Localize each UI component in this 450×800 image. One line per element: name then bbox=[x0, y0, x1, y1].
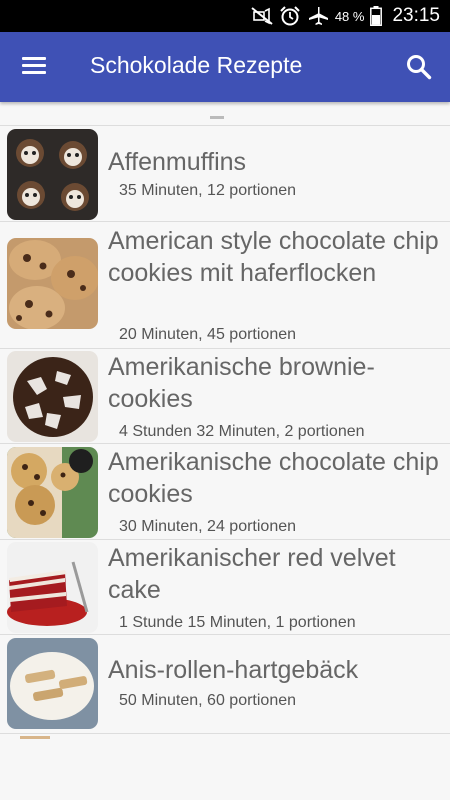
list-item-partial[interactable] bbox=[0, 102, 450, 126]
recipe-meta: 50 Minuten, 60 portionen bbox=[119, 692, 297, 709]
recipe-title: Anis-rollen-hartgebäck bbox=[108, 656, 359, 684]
mute-icon bbox=[251, 7, 273, 25]
airplane-icon bbox=[307, 6, 329, 26]
partial-item-edge bbox=[210, 116, 224, 119]
recipe-meta: 20 Minuten, 45 portionen bbox=[119, 326, 297, 343]
status-icons: 48 % 23:15 bbox=[251, 0, 440, 32]
recipe-row[interactable]: Amerikanische chocolate chip cookies 30 … bbox=[0, 444, 450, 540]
recipe-thumbnail[interactable] bbox=[7, 129, 98, 220]
partial-item-edge bbox=[20, 736, 50, 739]
recipe-thumbnail[interactable] bbox=[7, 238, 98, 329]
battery-percent: 48 % bbox=[334, 8, 365, 24]
recipe-title: Amerikanische chocolate chip cookies bbox=[108, 448, 439, 508]
recipe-meta: 30 Minuten, 24 portionen bbox=[119, 518, 297, 535]
recipe-thumbnail[interactable] bbox=[7, 351, 98, 442]
recipe-row[interactable]: American style chocolate chip cookies mi… bbox=[0, 222, 450, 349]
recipe-row[interactable]: Anis-rollen-hartgebäck 50 Minuten, 60 po… bbox=[0, 635, 450, 734]
recipe-thumbnail[interactable] bbox=[7, 542, 98, 633]
recipe-row[interactable]: Amerikanische brownie-cookies 4 Stunden … bbox=[0, 349, 450, 444]
recipe-title: Amerikanische brownie-cookies bbox=[108, 353, 375, 413]
recipe-row[interactable]: Affenmuffins 35 Minuten, 12 portionen bbox=[0, 126, 450, 222]
search-icon[interactable] bbox=[404, 52, 434, 82]
app-bar: Schokolade Rezepte bbox=[0, 32, 450, 102]
recipe-meta: 4 Stunden 32 Minuten, 2 portionen bbox=[119, 423, 365, 440]
recipe-thumbnail[interactable] bbox=[7, 447, 98, 538]
recipe-list[interactable]: Affenmuffins 35 Minuten, 12 portionen Am… bbox=[0, 102, 450, 800]
page-title: Schokolade Rezepte bbox=[90, 52, 303, 78]
recipe-title: Amerikanischer red velvet cake bbox=[108, 544, 396, 604]
recipe-meta: 1 Stunde 15 Minuten, 1 portionen bbox=[119, 614, 356, 631]
status-bar: 48 % 23:15 bbox=[0, 0, 450, 32]
recipe-meta: 35 Minuten, 12 portionen bbox=[119, 182, 297, 199]
recipe-thumbnail[interactable] bbox=[7, 638, 98, 729]
battery-icon bbox=[370, 6, 383, 26]
alarm-icon bbox=[279, 6, 301, 26]
list-item-partial[interactable] bbox=[0, 734, 450, 800]
clock: 23:15 bbox=[392, 5, 440, 26]
menu-icon[interactable] bbox=[22, 56, 48, 78]
recipe-title: American style chocolate chip cookies mi… bbox=[108, 227, 439, 287]
recipe-row[interactable]: Amerikanischer red velvet cake 1 Stunde … bbox=[0, 540, 450, 635]
recipe-title: Affenmuffins bbox=[108, 148, 247, 176]
